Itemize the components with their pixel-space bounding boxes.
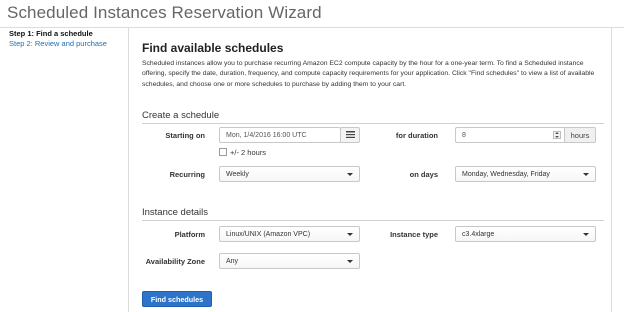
section-title-instance-details: Instance details	[142, 207, 209, 218]
platform-value: Linux/UNIX (Amazon VPC)	[226, 230, 311, 238]
availability-zone-value: Any	[226, 257, 239, 265]
platform-select[interactable]: Linux/UNIX (Amazon VPC)	[219, 226, 360, 242]
on-days-label: on days	[409, 170, 438, 179]
calendar-icon	[345, 126, 355, 144]
starting-on-value: Mon, 1/4/2016 16:00 UTC	[226, 131, 307, 139]
availability-zone-label: Availability Zone	[145, 257, 205, 266]
duration-value: 8	[462, 131, 466, 139]
wizard-steps: Step 1: Find a schedule Step 2: Review a…	[9, 29, 125, 49]
chevron-down-icon	[347, 260, 353, 263]
spinner-icon[interactable]	[553, 131, 561, 139]
wizard-title: Scheduled Instances Reservation Wizard	[7, 3, 322, 22]
find-schedules-button[interactable]: Find schedules	[142, 291, 212, 307]
recurring-select[interactable]: Weekly	[219, 166, 360, 182]
page-heading: Find available schedules	[142, 41, 284, 55]
section-title-create-schedule: Create a schedule	[142, 110, 220, 121]
instance-type-label: Instance type	[390, 230, 438, 239]
page-description: Scheduled instances allow you to purchas…	[142, 60, 595, 88]
chevron-down-icon	[583, 173, 589, 176]
chevron-down-icon	[347, 233, 353, 236]
duration-unit: hours	[565, 127, 596, 143]
on-days-value: Monday, Wednesday, Friday	[462, 170, 550, 178]
starting-on-label: Starting on	[165, 131, 205, 140]
duration-input[interactable]: 8	[455, 127, 565, 143]
on-days-select[interactable]: Monday, Wednesday, Friday	[455, 166, 596, 182]
section-divider	[142, 123, 604, 124]
duration-label: for duration	[395, 131, 438, 140]
recurring-label: Recurring	[169, 170, 205, 179]
platform-label: Platform	[174, 230, 205, 239]
instance-type-value: c3.4xlarge	[462, 230, 495, 238]
chevron-down-icon	[347, 173, 353, 176]
recurring-value: Weekly	[226, 170, 249, 178]
chevron-down-icon	[583, 233, 589, 236]
instance-type-select[interactable]: c3.4xlarge	[455, 226, 596, 242]
tolerance-label: +/- 2 hours	[230, 148, 267, 157]
step-review-purchase[interactable]: Step 2: Review and purchase	[9, 39, 125, 49]
step-find-schedule: Step 1: Find a schedule	[9, 29, 93, 38]
availability-zone-select[interactable]: Any	[219, 253, 360, 269]
calendar-button[interactable]	[340, 127, 360, 143]
starting-on-input[interactable]: Mon, 1/4/2016 16:00 UTC	[219, 127, 341, 143]
section-divider	[142, 220, 604, 221]
tolerance-checkbox[interactable]	[219, 148, 227, 156]
